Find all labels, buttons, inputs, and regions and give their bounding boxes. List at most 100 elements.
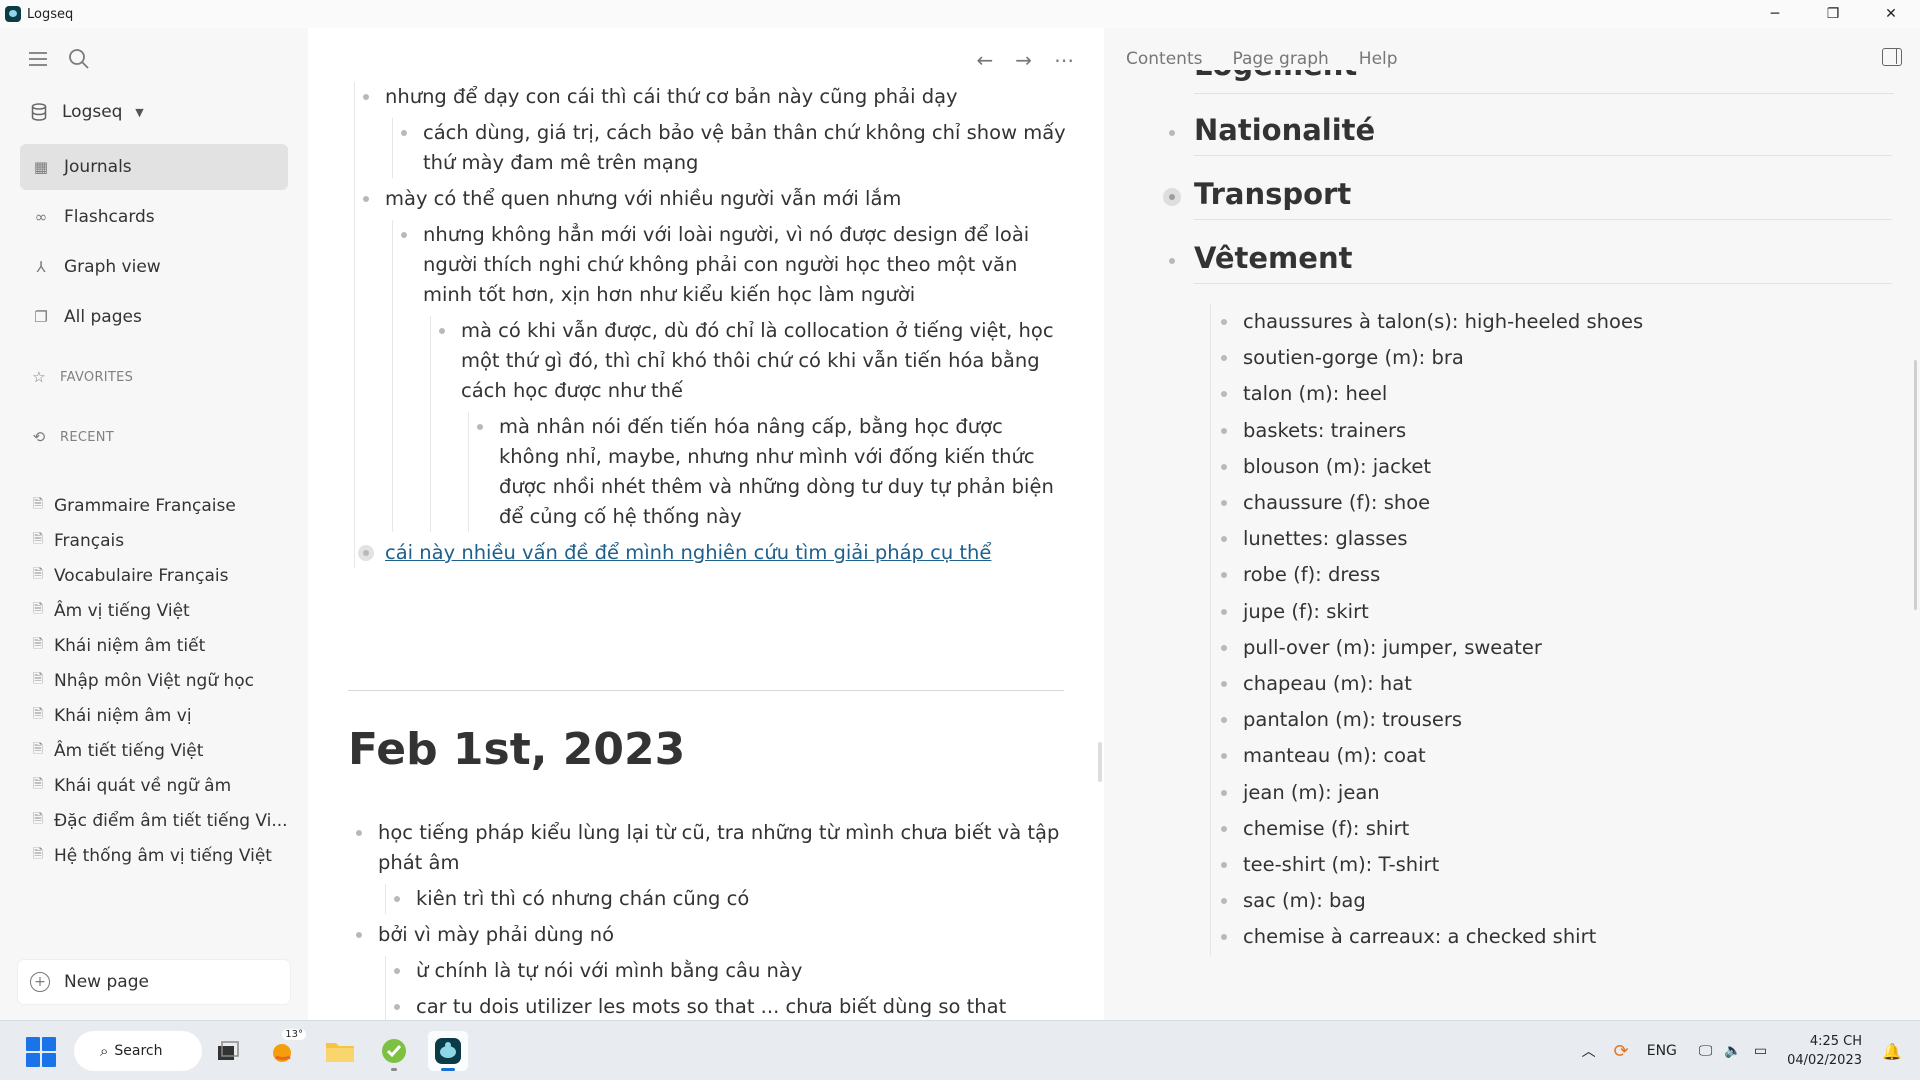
list-item[interactable]: jupe (f): skirt <box>1211 594 1892 630</box>
list-item[interactable]: tee-shirt (m): T-shirt <box>1211 847 1892 883</box>
block-text: kiên trì thì có nhưng chán cũng có <box>416 887 750 910</box>
recent-item[interactable]: 🗎 Âm vị tiếng Việt <box>32 593 292 628</box>
block[interactable]: bởi vì mày phải dùng nó <box>348 920 1068 950</box>
task-view-icon[interactable] <box>208 1031 248 1071</box>
restore-button[interactable]: ❐ <box>1804 0 1862 28</box>
right-sidebar-scrollbar[interactable] <box>1914 360 1917 610</box>
recent-item-label: Français <box>54 530 125 551</box>
logseq-taskbar-icon[interactable] <box>428 1031 468 1071</box>
list-item-text: chaussure (f): shoe <box>1243 491 1431 515</box>
sidebar-item-journals[interactable]: ▦ Journals <box>20 144 288 190</box>
recent-item[interactable]: 🗎 Đặc điểm âm tiết tiếng Vi... <box>32 803 292 838</box>
menu-icon[interactable] <box>28 51 48 67</box>
file-explorer-icon[interactable] <box>320 1031 360 1071</box>
weather-icon[interactable]: 13° <box>264 1029 306 1071</box>
recent-item[interactable]: 🗎 Khái niệm âm tiết <box>32 628 292 663</box>
windows-start-icon[interactable] <box>26 1037 56 1067</box>
chevron-up-icon[interactable]: ︿ <box>1582 1041 1596 1061</box>
volume-icon[interactable]: 🔈 <box>1724 1043 1741 1059</box>
block[interactable]: cách dùng, giá trị, cách bảo vệ bản thân… <box>393 118 1068 178</box>
list-item[interactable]: soutien-gorge (m): bra <box>1211 340 1892 376</box>
list-item[interactable]: chemise (f): shirt <box>1211 811 1892 847</box>
block[interactable]: ừ chính là tự nói với mình bằng câu này <box>386 956 1068 986</box>
network-icon[interactable]: 🖵 <box>1699 1043 1713 1059</box>
minimize-button[interactable]: ─ <box>1746 0 1804 28</box>
heading-block-collapsed[interactable]: Transport <box>1163 176 1892 240</box>
right-sidebar: Contents Page graph Help Nationalité Tra… <box>1104 28 1920 1020</box>
list-item[interactable]: sac (m): bag <box>1211 883 1892 919</box>
list-item-text: blouson (m): jacket <box>1243 454 1432 478</box>
block-link[interactable]: cái này nhiều vấn đề để mình nghiên cứu … <box>385 541 991 564</box>
recent-header[interactable]: ⟲ RECENT <box>30 428 114 446</box>
recent-item[interactable]: 🗎 Grammaire Française <box>32 488 292 523</box>
search-icon[interactable] <box>68 48 90 70</box>
toggle-right-sidebar-icon[interactable] <box>1882 48 1902 66</box>
recent-item-label: Khái quát về ngữ âm <box>54 775 232 796</box>
block[interactable]: mà nhân nói đến tiến hóa nâng cấp, bằng … <box>469 412 1068 532</box>
graph-selector[interactable]: Logseq ▼ <box>30 102 162 122</box>
list-item[interactable]: pantalon (m): trousers <box>1211 702 1892 738</box>
more-icon[interactable]: ⋯ <box>1054 48 1074 72</box>
close-button[interactable]: ✕ <box>1862 0 1920 28</box>
arrow-left-icon[interactable]: ← <box>976 48 993 72</box>
sidebar-item-all-pages[interactable]: ❐ All pages <box>20 294 288 340</box>
recent-item[interactable]: 🗎 Vocabulaire Français <box>32 558 292 593</box>
block-collapsed[interactable]: cái này nhiều vấn đề để mình nghiên cứu … <box>355 538 1068 568</box>
recent-item[interactable]: 🗎 Hệ thống âm vị tiếng Việt <box>32 838 292 873</box>
list-item[interactable]: chaussures à talon(s): high-heeled shoes <box>1211 304 1892 340</box>
list-item[interactable]: talon (m): heel <box>1211 376 1892 412</box>
list-item[interactable]: jean (m): jean <box>1211 775 1892 811</box>
list-item[interactable]: blouson (m): jacket <box>1211 449 1892 485</box>
recent-item[interactable]: 🗎 Khái niệm âm vị <box>32 698 292 733</box>
list-item[interactable]: manteau (m): coat <box>1211 738 1892 774</box>
block[interactable]: mà có khi vẫn được, dù đó chỉ là colloca… <box>431 316 1068 406</box>
list-item[interactable]: chapeau (m): hat <box>1211 666 1892 702</box>
tab-page-graph[interactable]: Page graph <box>1232 49 1328 69</box>
list-item[interactable]: robe (f): dress <box>1211 557 1892 593</box>
journal-divider <box>348 690 1064 691</box>
weather-temp: 13° <box>282 1029 306 1040</box>
system-tray: ︿ ⟳ ENG 🖵 🔈 ▭ 4:25 CH 04/02/2023 🔔 <box>1582 1021 1920 1080</box>
browser-app-icon[interactable] <box>374 1031 414 1071</box>
sidebar-item-graph-view[interactable]: ⅄ Graph view <box>20 244 288 290</box>
heading-block[interactable]: Nationalité <box>1164 112 1892 176</box>
list-item[interactable]: baskets: trainers <box>1211 413 1892 449</box>
tab-contents[interactable]: Contents <box>1126 49 1202 69</box>
favorites-header[interactable]: ☆ FAVORITES <box>30 368 133 386</box>
logseq-app-icon <box>5 6 21 22</box>
arrow-right-icon[interactable]: → <box>1015 48 1032 72</box>
list-item[interactable]: chaussure (f): shoe <box>1211 485 1892 521</box>
battery-icon[interactable]: ▭ <box>1754 1043 1767 1059</box>
language-indicator[interactable]: ENG <box>1647 1043 1677 1059</box>
block[interactable]: mày có thể quen nhưng với nhiều người vẫ… <box>355 184 1068 214</box>
list-item[interactable]: chemise à carreaux: a checked shirt <box>1211 919 1892 955</box>
sidebar-resize-handle[interactable] <box>1098 742 1102 782</box>
list-item[interactable]: pull-over (m): jumper, sweater <box>1211 630 1892 666</box>
recent-item[interactable]: 🗎 Âm tiết tiếng Việt <box>32 733 292 768</box>
journal-title[interactable]: Feb 1st, 2023 <box>348 724 685 775</box>
block[interactable]: car tu dois utilizer les mots so that ..… <box>386 992 1068 1020</box>
sidebar-item-flashcards[interactable]: ∞ Flashcards <box>20 194 288 240</box>
block[interactable]: học tiếng pháp kiểu lùng lại từ cũ, tra … <box>348 818 1068 878</box>
list-item-text: manteau (m): coat <box>1243 744 1426 768</box>
heading-text: Transport <box>1194 176 1892 220</box>
tab-help[interactable]: Help <box>1359 49 1398 69</box>
list-item-text: chemise à carreaux: a checked shirt <box>1243 925 1597 949</box>
app-active-indicator <box>441 1068 455 1071</box>
sync-icon[interactable]: ⟳ <box>1614 1041 1629 1062</box>
recent-item[interactable]: 🗎 Khái quát về ngữ âm <box>32 768 292 803</box>
new-page-button[interactable]: + New page <box>18 960 290 1004</box>
recent-item[interactable]: 🗎 Nhập môn Việt ngữ học <box>32 663 292 698</box>
block[interactable]: kiên trì thì có nhưng chán cũng có <box>386 884 1068 914</box>
graph-name: Logseq <box>62 102 123 122</box>
clock[interactable]: 4:25 CH 04/02/2023 <box>1787 1032 1862 1070</box>
block[interactable]: nhưng để dạy con cái thì cái thứ cơ bản … <box>355 82 1068 112</box>
block[interactable]: nhưng không hẳn mới với loài người, vì n… <box>393 220 1068 310</box>
taskbar-search[interactable]: ⌕ Search <box>74 1031 202 1071</box>
recent-item[interactable]: 🗎 Français <box>32 523 292 558</box>
heading-block[interactable]: Vêtement <box>1164 240 1892 304</box>
list-item[interactable]: lunettes: glasses <box>1211 521 1892 557</box>
notification-bell-icon[interactable]: 🔔 <box>1882 1042 1902 1061</box>
block-text: mà có khi vẫn được, dù đó chỉ là colloca… <box>461 319 1054 402</box>
calendar-icon: ▦ <box>33 158 49 176</box>
